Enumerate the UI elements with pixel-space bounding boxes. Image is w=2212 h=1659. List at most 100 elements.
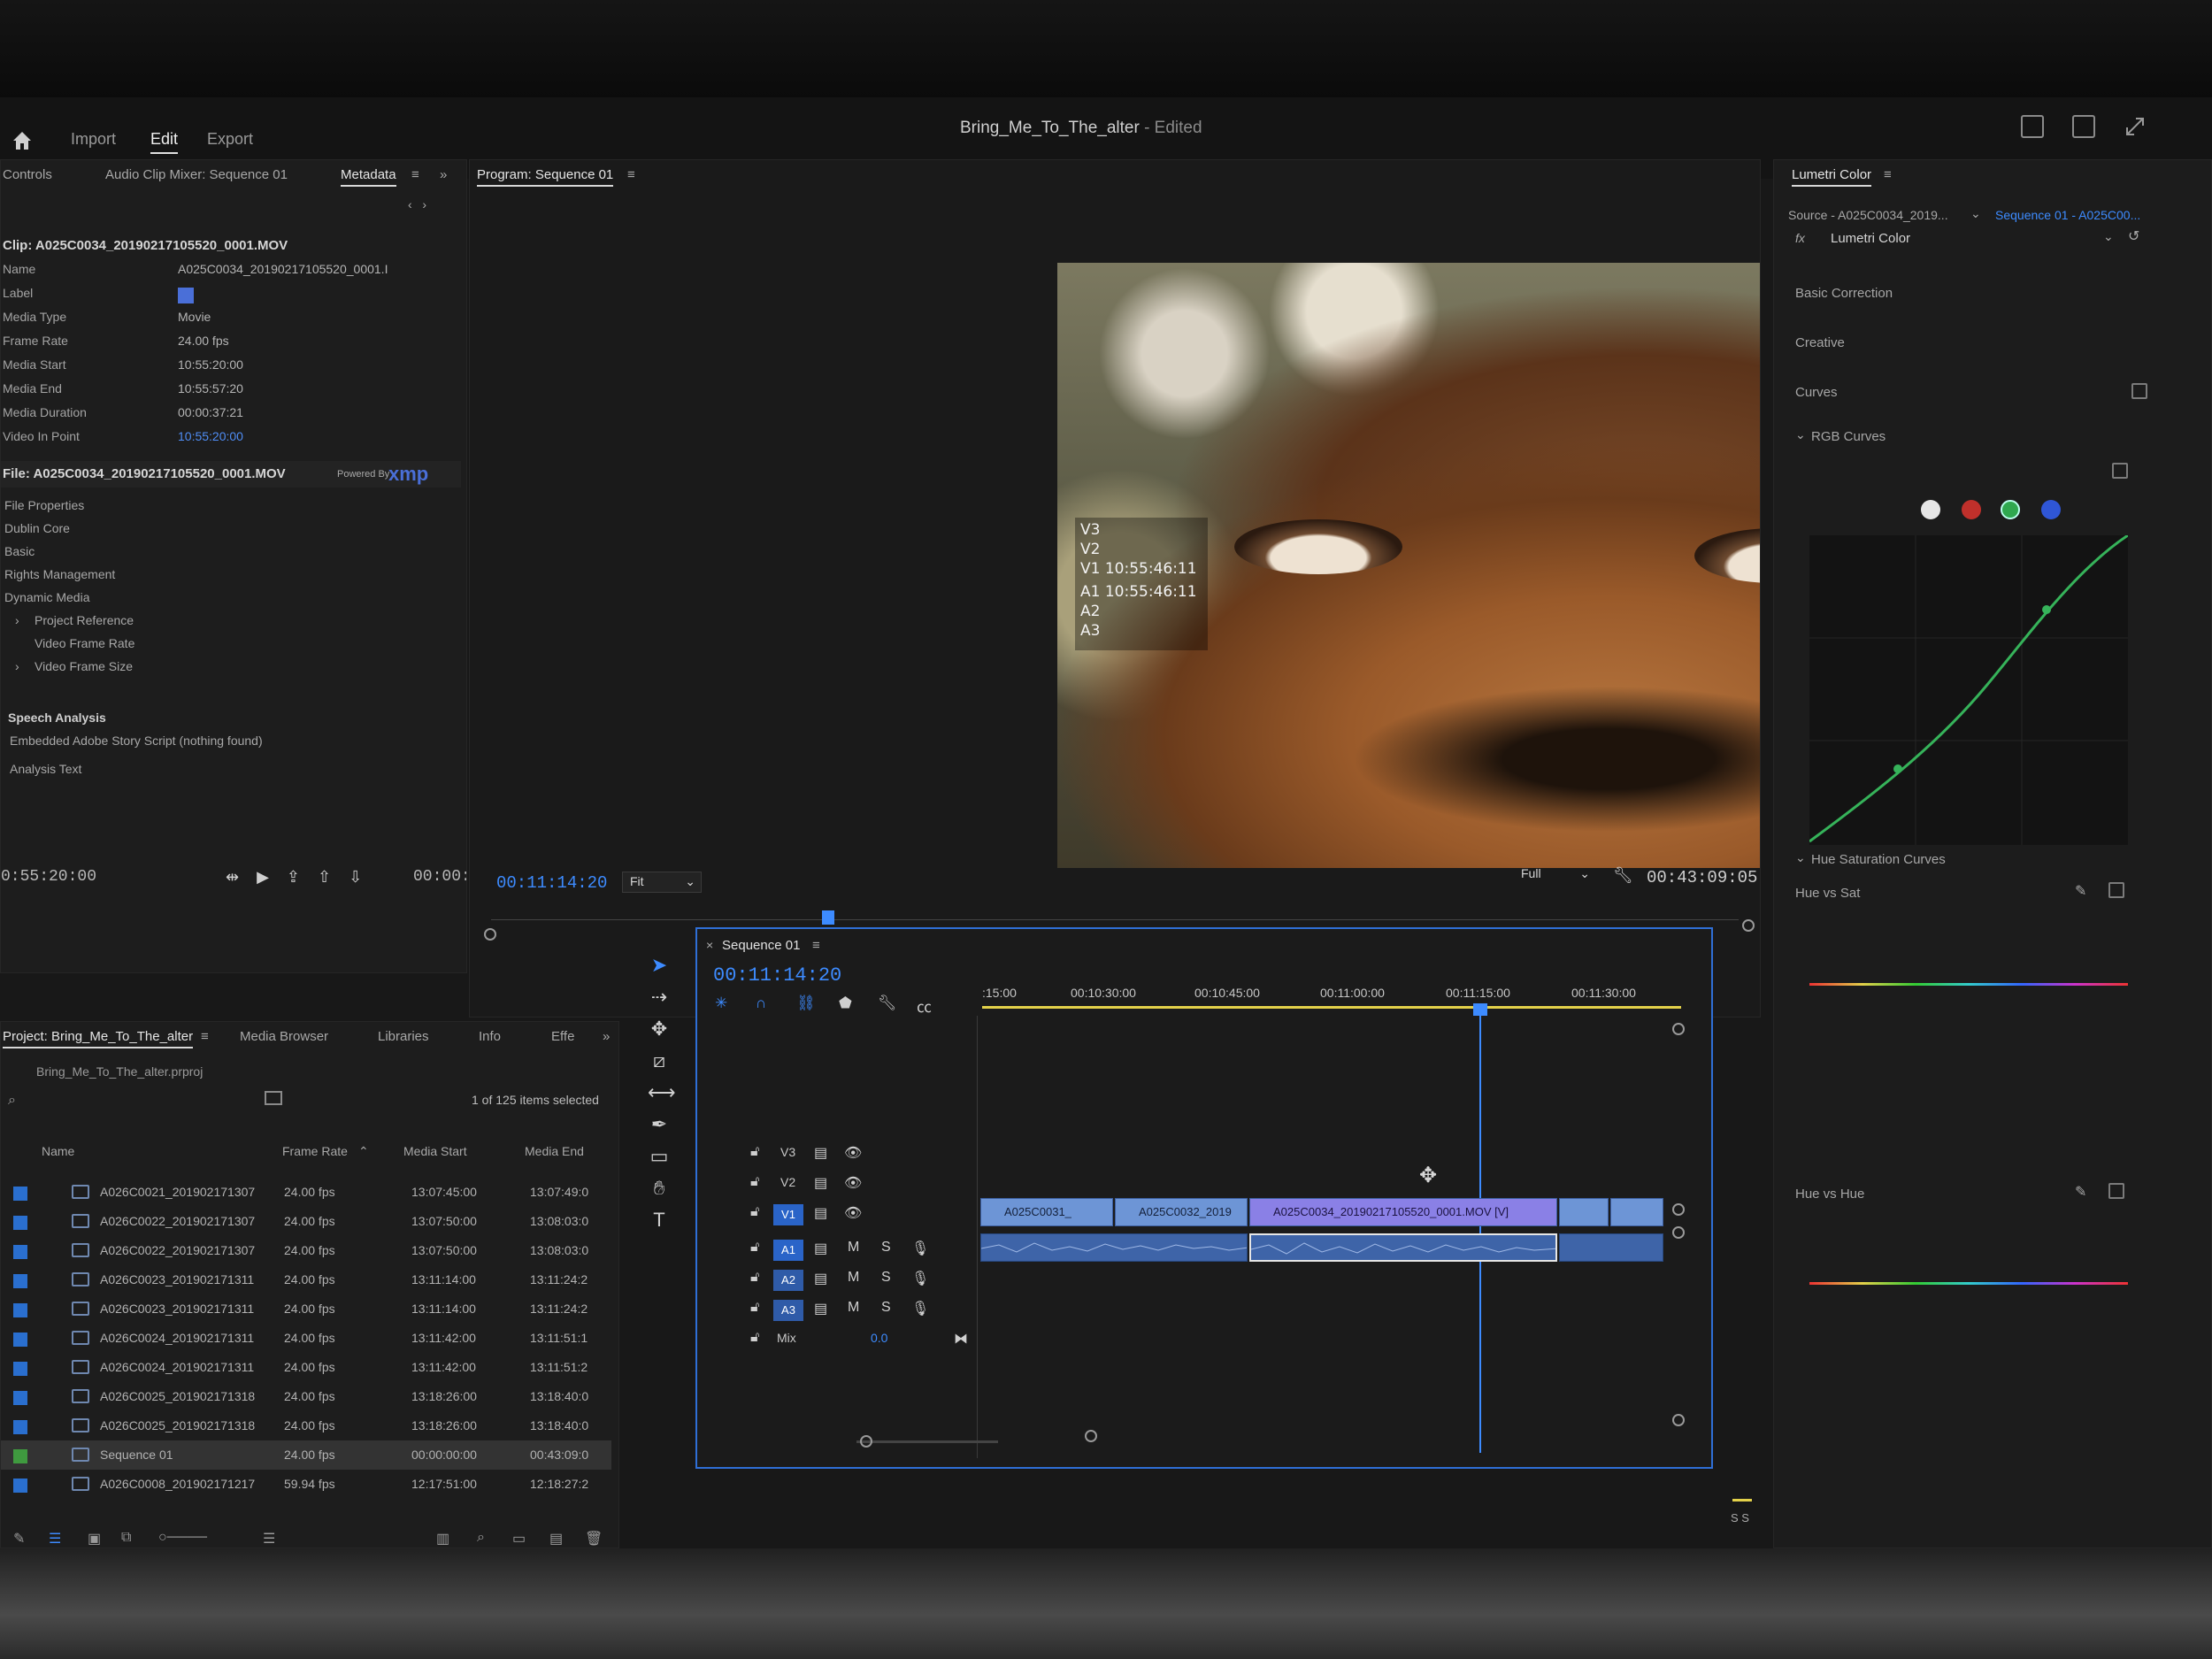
scroll-handle-right[interactable] xyxy=(1085,1430,1097,1442)
home-icon[interactable] xyxy=(11,129,34,152)
rectangle-tool-icon[interactable]: ▭ xyxy=(648,1145,671,1168)
source-transport-icons[interactable]: ⇹▶⇪⇧⇩ xyxy=(226,868,380,887)
program-current-time[interactable]: 00:11:14:20 xyxy=(496,873,607,893)
chevron-down-icon[interactable]: ⌄ xyxy=(1795,850,1806,865)
trash-icon[interactable]: 🗑︎ xyxy=(585,1530,603,1548)
timeline-playhead-handle[interactable] xyxy=(1473,1003,1487,1016)
freeform-view-icon[interactable]: ⧉ xyxy=(121,1530,131,1546)
green-channel-dot[interactable] xyxy=(2001,500,2020,519)
fx-icon[interactable]: fx xyxy=(1795,231,1805,245)
tab-audio-clip-mixer[interactable]: Audio Clip Mixer: Sequence 01 xyxy=(105,167,288,182)
program-monitor-title[interactable]: Program: Sequence 01 xyxy=(477,167,614,187)
program-video-frame[interactable]: V3 V2 V1 10:55:46:11 A1 10:55:46:11 A2 A… xyxy=(1057,263,1760,868)
section-curves[interactable]: Curves xyxy=(1795,385,1838,400)
lumetri-sequence-select[interactable]: Sequence 01 - A025C00... xyxy=(1995,208,2140,222)
sync-lock-icon[interactable]: ▤ xyxy=(814,1300,827,1317)
timeline-clip-v1[interactable]: A025C0031_ xyxy=(980,1198,1113,1226)
column-frame-rate[interactable]: Frame Rate xyxy=(282,1144,348,1158)
eye-icon[interactable]: 👁︎ xyxy=(844,1204,862,1222)
project-list-row[interactable]: A026C0025_201902171318 24.00 fps 13:18:26:… xyxy=(1,1411,611,1440)
razor-tool-icon[interactable]: ⧄ xyxy=(648,1049,671,1072)
solo-toggle[interactable]: S xyxy=(881,1270,891,1286)
selection-tool-icon[interactable]: ➤ xyxy=(648,954,671,977)
section-creative[interactable]: Creative xyxy=(1795,335,1845,350)
chevron-down-icon[interactable]: ⌄ xyxy=(1795,427,1806,442)
tab-info[interactable]: Info xyxy=(479,1029,501,1044)
hue-vs-sat-checkbox[interactable] xyxy=(2108,882,2124,898)
new-item-icon[interactable]: ▤ xyxy=(549,1530,563,1548)
hue-vs-sat-graph[interactable] xyxy=(1809,983,2128,986)
tab-effects[interactable]: Effe xyxy=(551,1029,574,1044)
panel-menu-icon[interactable]: ≡ xyxy=(201,1029,209,1044)
rgb-curve-graph[interactable] xyxy=(1809,534,2129,845)
panel-menu-icon[interactable]: ≡ xyxy=(812,938,820,953)
find-icon[interactable]: ⌕ xyxy=(477,1530,485,1546)
lock-icon[interactable]: 🔓︎ xyxy=(750,1300,759,1316)
track-target-a1[interactable]: A1 xyxy=(773,1240,803,1261)
playback-resolution-select[interactable]: Full ⌄ xyxy=(1514,864,1595,886)
chevron-down-icon[interactable]: ⌄ xyxy=(2103,229,2114,244)
workspace-tab-edit[interactable]: Edit xyxy=(150,130,179,154)
quick-export-icon[interactable] xyxy=(2021,115,2044,138)
panel-menu-icon[interactable]: ≡ xyxy=(411,167,419,182)
hand-tool-icon[interactable]: ✋︎ xyxy=(648,1177,671,1200)
chevron-right-icon[interactable]: › xyxy=(15,613,19,627)
pen-tool-icon[interactable]: ✒ xyxy=(648,1113,671,1136)
solo-toggle[interactable]: S xyxy=(881,1240,891,1256)
share-icon[interactable] xyxy=(2072,115,2095,138)
hue-vs-hue-checkbox[interactable] xyxy=(2108,1183,2124,1199)
workspace-tab-export[interactable]: Export xyxy=(207,130,253,149)
eyedropper-icon[interactable]: ✎ xyxy=(2075,1183,2086,1201)
row-name[interactable]: A026C0021_201902171307 xyxy=(100,1185,255,1199)
tab-project[interactable]: Project: Bring_Me_To_The_alter xyxy=(3,1029,194,1048)
curves-enable-checkbox[interactable] xyxy=(2131,383,2147,399)
label-color-swatch[interactable] xyxy=(178,288,194,303)
tab-metadata[interactable]: Metadata xyxy=(341,167,396,187)
lumetri-source-select[interactable]: Source - A025C0034_2019... xyxy=(1788,208,1948,222)
project-list-row[interactable]: A026C0022_201902171307 24.00 fps 13:07:50:… xyxy=(1,1207,611,1236)
hue-vs-hue-graph[interactable] xyxy=(1809,1282,2128,1285)
row-name[interactable]: A026C0024_201902171311 xyxy=(100,1360,254,1374)
zoom-fit-select[interactable]: Fit ⌄ xyxy=(622,872,702,893)
project-list-row[interactable]: A026C0008_201902171217 59.94 fps 12:17:51:… xyxy=(1,1470,611,1499)
timeline-clip-a1[interactable] xyxy=(980,1233,1248,1262)
timeline-clip-v1[interactable] xyxy=(1559,1198,1609,1226)
solo-toggle[interactable]: S xyxy=(881,1300,891,1316)
microphone-icon[interactable]: 🎙︎ xyxy=(911,1270,929,1287)
work-area-bar[interactable] xyxy=(982,1006,1681,1009)
captions-icon[interactable]: ㏄ xyxy=(917,995,932,1017)
hue-saturation-curves-label[interactable]: Hue Saturation Curves xyxy=(1811,852,1946,867)
timeline-clip-v1-selected[interactable]: A025C0034_20190217105520_0001.MOV [V] xyxy=(1249,1198,1557,1226)
meta-value[interactable]: 10:55:20:00 xyxy=(178,429,243,443)
track-select-tool-icon[interactable]: ⇢ xyxy=(648,986,671,1009)
reset-icon[interactable]: ↺ xyxy=(2128,227,2139,245)
rgb-curves-label[interactable]: RGB Curves xyxy=(1811,429,1886,444)
mute-toggle[interactable]: M xyxy=(848,1240,859,1256)
timeline-clip-v1[interactable] xyxy=(1610,1198,1663,1226)
eyedropper-icon[interactable]: ✎ xyxy=(2075,882,2086,900)
panel-overflow-icon[interactable]: » xyxy=(440,167,447,182)
timeline-clip-a1[interactable] xyxy=(1559,1233,1663,1262)
project-list-row[interactable]: A026C0023_201902171311 24.00 fps 13:11:14:… xyxy=(1,1294,611,1324)
column-media-end[interactable]: Media End xyxy=(525,1144,584,1158)
lumetri-effect-select[interactable]: Lumetri Color xyxy=(1831,231,1910,246)
mix-value[interactable]: 0.0 xyxy=(871,1331,887,1345)
automate-to-sequence-icon[interactable]: ▥ xyxy=(436,1530,449,1548)
sync-lock-icon[interactable]: ▤ xyxy=(814,1270,827,1287)
row-name[interactable]: A026C0023_201902171311 xyxy=(100,1272,254,1286)
tab-libraries[interactable]: Libraries xyxy=(378,1029,429,1044)
program-scrubber[interactable] xyxy=(491,910,1739,926)
project-list-row[interactable]: A026C0025_201902171318 24.00 fps 13:18:26:… xyxy=(1,1382,611,1411)
lock-icon[interactable]: 🔓︎ xyxy=(750,1144,759,1160)
search-icon[interactable]: ⌕ xyxy=(8,1093,16,1109)
panel-menu-icon[interactable]: ≡ xyxy=(1884,167,1892,182)
list-view-icon[interactable]: ☰ xyxy=(49,1530,61,1548)
column-name[interactable]: Name xyxy=(42,1144,74,1158)
fullscreen-icon[interactable] xyxy=(2124,115,2147,138)
vertical-zoom-handle[interactable] xyxy=(1672,1414,1685,1426)
workspace-tab-import[interactable]: Import xyxy=(71,130,116,149)
project-list-row[interactable]: A026C0021_201902171307 24.00 fps 13:07:45:… xyxy=(1,1178,611,1207)
section-basic-correction[interactable]: Basic Correction xyxy=(1795,286,1893,301)
sub-project-reference[interactable]: Project Reference xyxy=(35,613,134,627)
snap-icon[interactable]: ∩ xyxy=(756,995,766,1012)
